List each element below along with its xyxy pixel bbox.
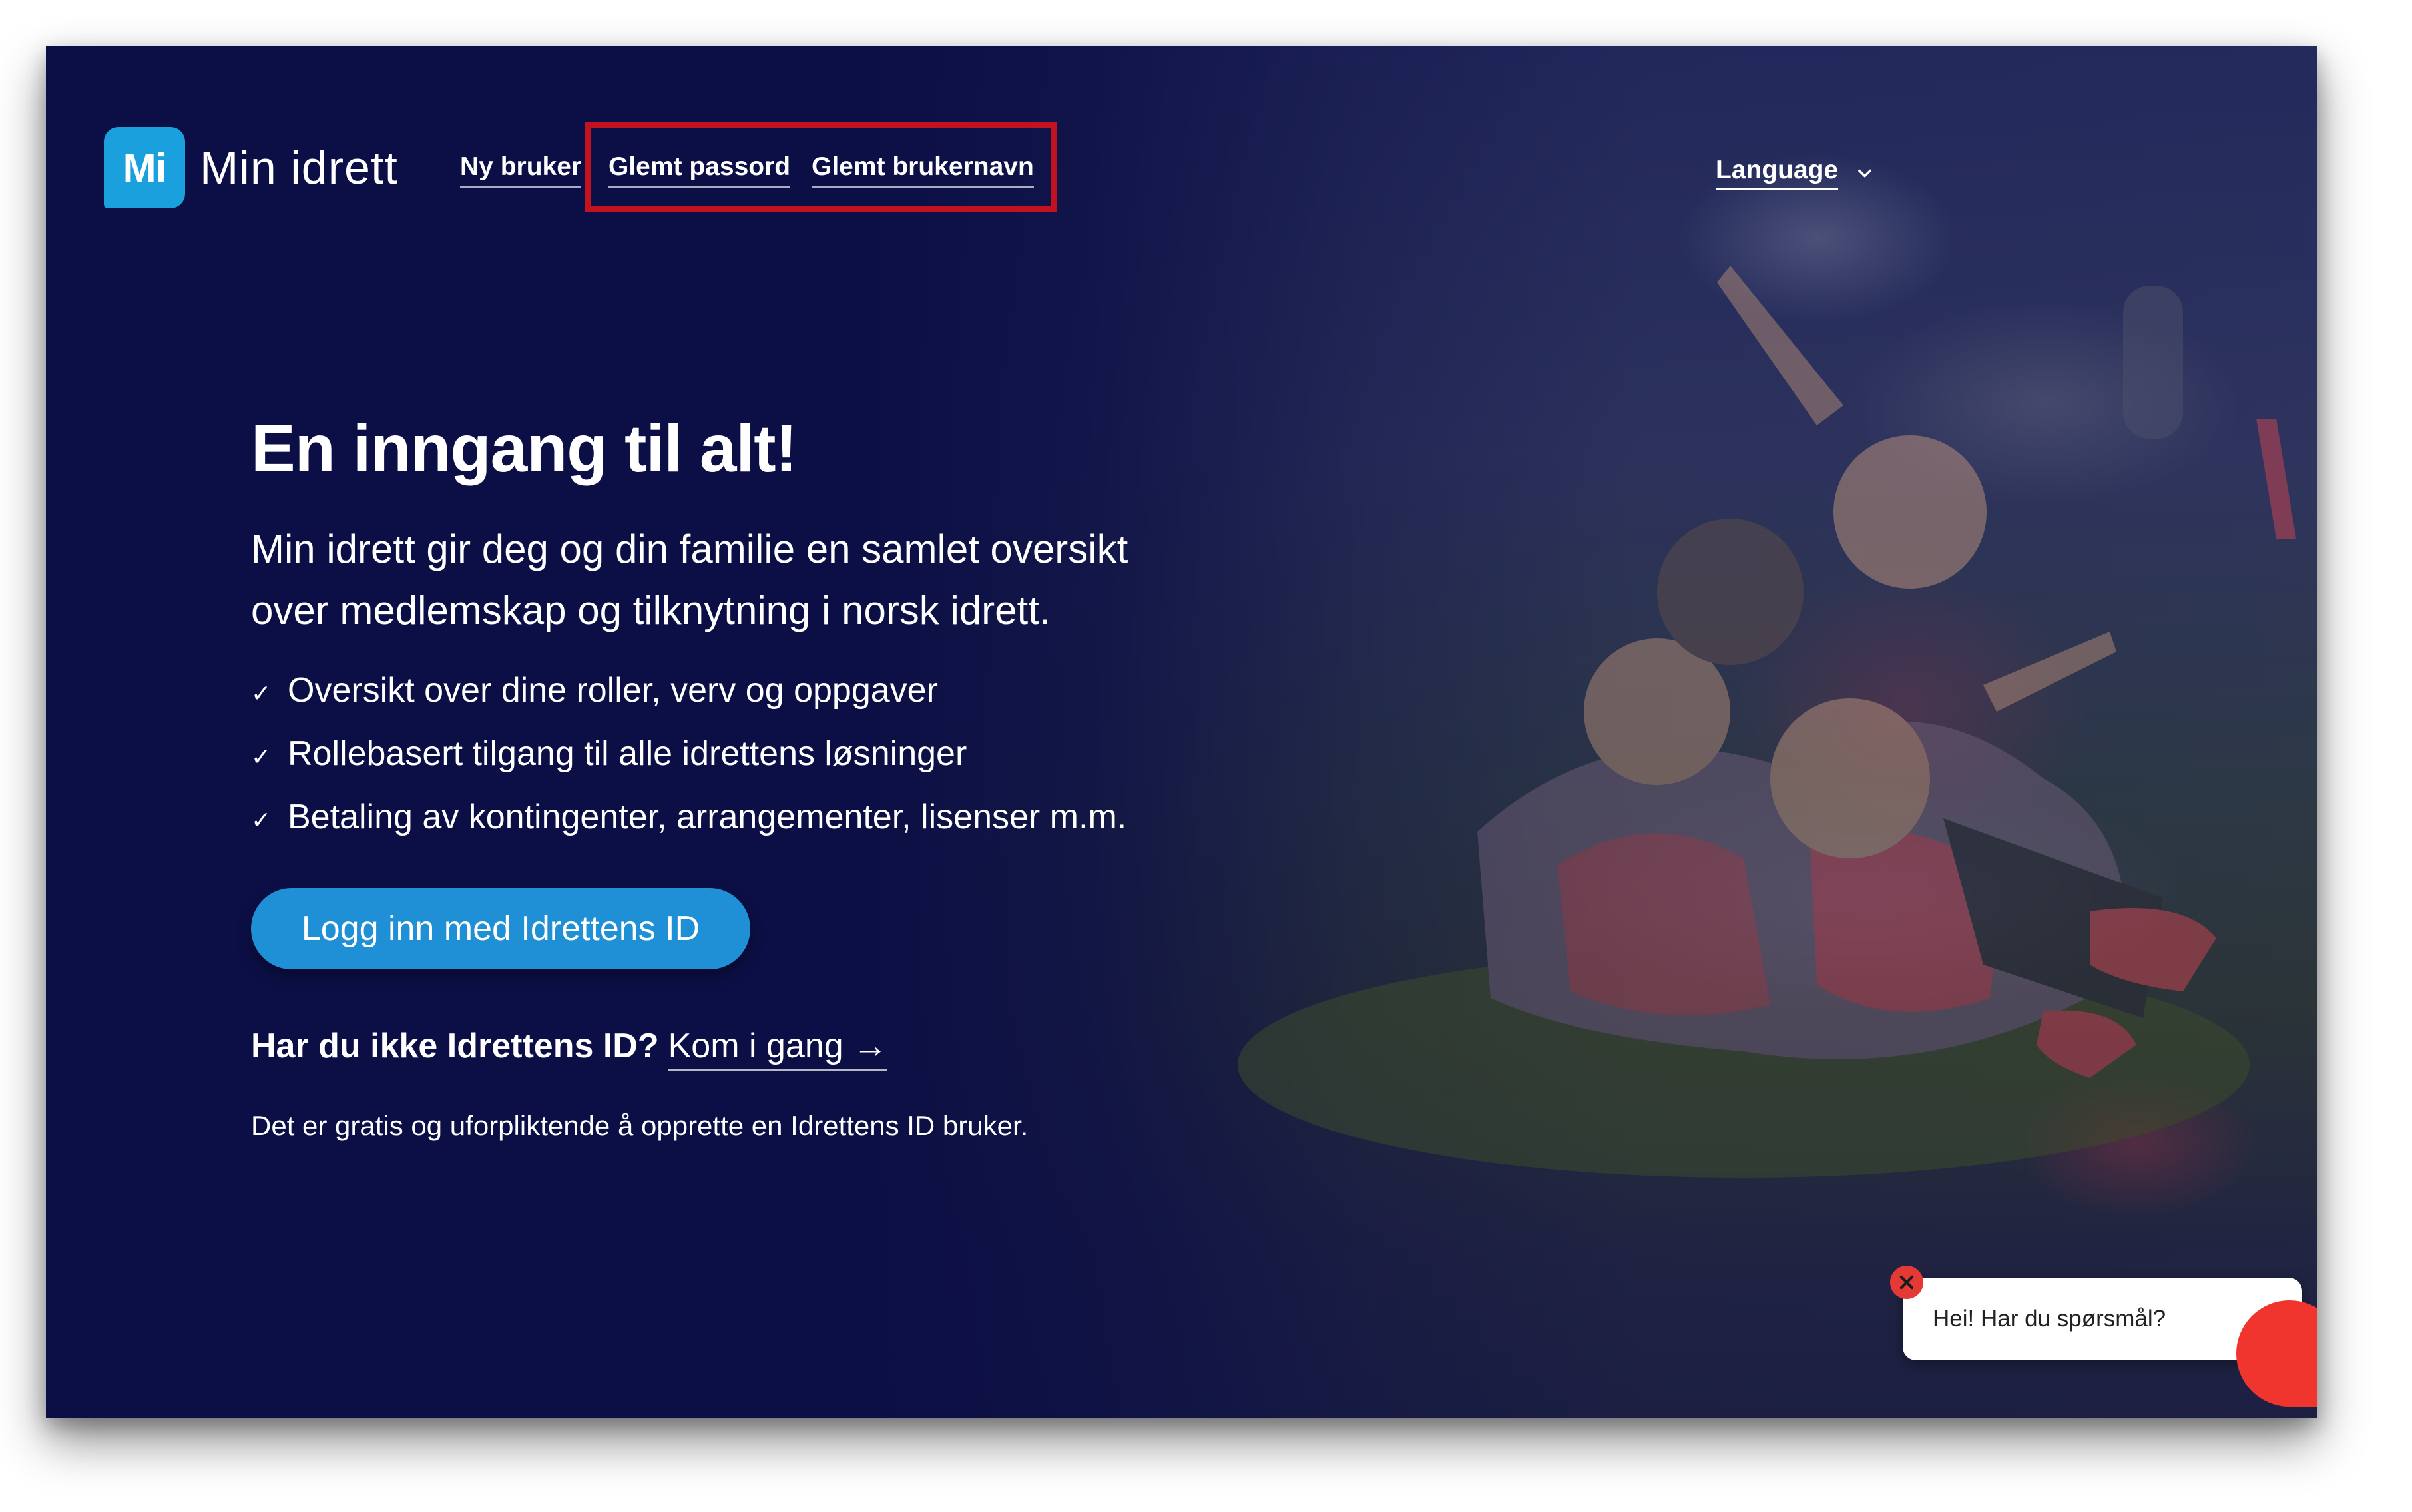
hero-subtitle: Min idrett gir deg og din familie en sam… [251, 519, 1250, 641]
check-icon: ✓ [251, 679, 272, 707]
check-icon: ✓ [251, 742, 272, 770]
annotation-highlight-box [585, 122, 1057, 212]
chat-greeting-text: Hei! Har du spørsmål? [1933, 1306, 2166, 1332]
language-selector[interactable]: Language [1716, 156, 1874, 190]
feature-text: Rollebasert tilgang til alle idrettens l… [288, 734, 967, 773]
chevron-down-icon [1858, 169, 1872, 177]
hero-title: En inngang til alt! [251, 411, 798, 486]
logo-badge: Mi [104, 127, 185, 208]
feature-text: Oversikt over dine roller, verv og oppga… [288, 670, 938, 710]
feature-item: ✓ Oversikt over dine roller, verv og opp… [251, 658, 1126, 722]
feature-checklist: ✓ Oversikt over dine roller, verv og opp… [251, 658, 1126, 848]
logo-text: Min idrett [200, 142, 398, 194]
kids-photo-illustration [1238, 266, 2296, 1178]
nav-new-user-link[interactable]: Ny bruker [460, 152, 582, 188]
feature-item: ✓ Rollebasert tilgang til alle idrettens… [251, 722, 1126, 785]
free-note: Det er gratis og uforpliktende å opprett… [251, 1110, 1029, 1141]
app-window: Mi Min idrett Ny bruker Glemt passord Gl… [46, 46, 2317, 1418]
close-icon[interactable] [1890, 1266, 1923, 1299]
hero-subtitle-line-1: Min idrett gir deg og din familie en sam… [251, 527, 1128, 571]
check-icon: ✓ [251, 806, 272, 834]
login-idrettens-id-button[interactable]: Logg inn med Idrettens ID [251, 888, 750, 969]
no-id-prompt: Har du ikke Idrettens ID? Kom i gang → [251, 1026, 888, 1071]
min-idrett-logo[interactable]: Mi Min idrett [104, 127, 398, 208]
get-started-link[interactable]: Kom i gang → [668, 1026, 888, 1071]
feature-item: ✓ Betaling av kontingenter, arrangemente… [251, 785, 1126, 848]
language-label: Language [1716, 156, 1839, 190]
no-id-question: Har du ikke Idrettens ID? [251, 1027, 659, 1065]
feature-text: Betaling av kontingenter, arrangementer,… [288, 797, 1127, 836]
hero-subtitle-line-2: over medlemskap og tilknytning i norsk i… [251, 588, 1051, 632]
close-x-glyph [1899, 1275, 1914, 1290]
